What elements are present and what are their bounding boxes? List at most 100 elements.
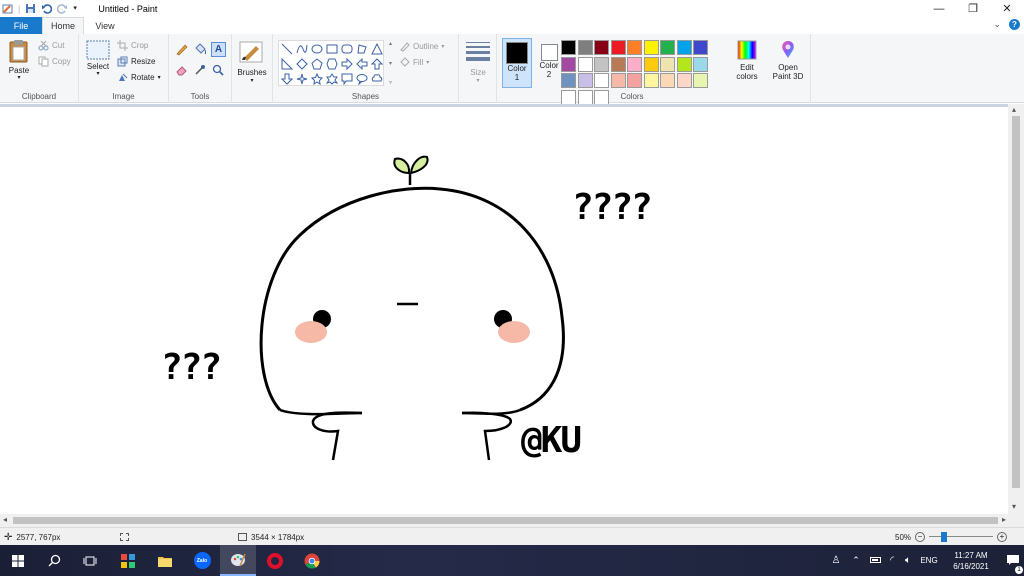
oval-shape-icon[interactable] (310, 42, 324, 56)
right-triangle-shape-icon[interactable] (280, 57, 294, 71)
select-button[interactable]: Select ▾ (86, 40, 110, 77)
palette-swatch[interactable] (594, 40, 609, 55)
start-button[interactable] (0, 545, 36, 576)
shapes-expand-icon[interactable]: ▿ (386, 79, 395, 86)
palette-swatch[interactable] (676, 56, 692, 72)
palette-swatch[interactable] (610, 56, 626, 72)
customize-quick-access-icon[interactable]: ▾ (73, 3, 84, 14)
five-point-star-shape-icon[interactable] (310, 72, 324, 86)
four-point-star-shape-icon[interactable] (295, 72, 309, 86)
rotate-dropdown-icon[interactable]: ▾ (158, 74, 161, 81)
rectangle-shape-icon[interactable] (325, 42, 339, 56)
drawing-canvas[interactable]: ??? ???? @KU (0, 107, 1008, 514)
right-arrow-shape-icon[interactable] (340, 57, 354, 71)
palette-swatch[interactable] (660, 73, 675, 88)
palette-swatch[interactable] (643, 73, 659, 88)
shapes-scroll-down-icon[interactable]: ▾ (386, 60, 395, 67)
pentagon-shape-icon[interactable] (310, 57, 324, 71)
rotate-button[interactable]: Rotate ▾ (117, 72, 161, 83)
palette-swatch[interactable] (627, 73, 642, 88)
palette-swatch[interactable] (577, 56, 593, 72)
diamond-shape-icon[interactable] (295, 57, 309, 71)
scroll-right-icon[interactable]: ▸ (1002, 515, 1006, 524)
palette-swatch[interactable] (577, 40, 593, 55)
notification-button[interactable]: 1 (1000, 554, 1024, 574)
line-shape-icon[interactable] (280, 42, 294, 56)
scroll-left-icon[interactable]: ◂ (3, 515, 7, 524)
battery-icon[interactable] (866, 556, 884, 565)
close-icon[interactable]: ✕ (990, 0, 1024, 17)
palette-swatch[interactable] (561, 73, 576, 88)
palette-swatch[interactable] (627, 40, 642, 55)
palette-swatch[interactable] (676, 73, 692, 88)
brushes-dropdown-icon[interactable]: ▾ (236, 77, 268, 84)
left-arrow-shape-icon[interactable] (355, 57, 369, 71)
help-icon[interactable]: ? (1009, 19, 1020, 30)
cut-button[interactable]: Cut (38, 40, 64, 51)
magnifier-icon[interactable] (211, 63, 228, 83)
palette-swatch[interactable] (610, 40, 626, 55)
palette-swatch[interactable] (693, 73, 708, 88)
show-hidden-icons[interactable]: ⌃ (846, 555, 866, 566)
size-group[interactable]: Size ▾ (459, 34, 497, 103)
restore-icon[interactable]: ❐ (956, 0, 990, 17)
minimize-icon[interactable]: — (922, 0, 956, 17)
taskbar-zalo[interactable]: Zalo (184, 545, 220, 576)
taskbar-paint[interactable] (220, 545, 256, 576)
collapse-ribbon-icon[interactable]: ⌄ (993, 19, 1001, 30)
taskbar-file-explorer[interactable] (147, 545, 183, 576)
paste-button[interactable]: Paste ▾ (8, 38, 30, 81)
polygon-shape-icon[interactable] (355, 42, 369, 56)
task-view-button[interactable] (72, 545, 108, 576)
text-tool-icon[interactable]: A (211, 42, 226, 57)
rounded-rectangle-shape-icon[interactable] (340, 42, 354, 56)
palette-swatch[interactable] (643, 56, 659, 72)
palette-swatch[interactable] (610, 73, 626, 88)
up-arrow-shape-icon[interactable] (370, 57, 384, 71)
palette-swatch[interactable] (693, 40, 708, 55)
vertical-scrollbar[interactable]: ▴ ▾ (1008, 104, 1024, 514)
palette-swatch[interactable] (594, 56, 609, 72)
color2-button[interactable]: Color 2 (534, 38, 564, 88)
palette-swatch[interactable] (561, 40, 576, 55)
wifi-icon[interactable]: ◜ (884, 555, 900, 566)
paste-dropdown-icon[interactable]: ▾ (17, 74, 20, 81)
copy-button[interactable]: Copy (38, 56, 71, 67)
zoom-out-icon[interactable]: − (915, 532, 926, 542)
fill-bucket-icon[interactable] (193, 42, 210, 62)
triangle-shape-icon[interactable] (370, 42, 384, 56)
curve-shape-icon[interactable] (295, 42, 309, 56)
save-icon[interactable] (25, 3, 36, 14)
vertical-scroll-thumb[interactable] (1012, 116, 1020, 488)
callout-cloud-shape-icon[interactable] (370, 72, 384, 86)
palette-swatch[interactable] (693, 56, 708, 72)
palette-swatch[interactable] (627, 56, 642, 72)
open-paint3d-button[interactable]: Open Paint 3D (767, 39, 809, 81)
palette-swatch[interactable] (660, 40, 675, 55)
undo-icon[interactable] (41, 3, 53, 14)
outline-button[interactable]: Outline ▾ (399, 41, 444, 52)
six-point-star-shape-icon[interactable] (325, 72, 339, 86)
clock[interactable]: 11:27 AM 6/16/2021 (942, 550, 1000, 572)
taskbar-opera[interactable] (257, 545, 293, 576)
zoom-in-icon[interactable]: + (997, 532, 1008, 542)
brushes-group[interactable]: Brushes ▾ (232, 34, 273, 103)
callout-oval-shape-icon[interactable] (355, 72, 369, 86)
select-dropdown-icon[interactable]: ▾ (96, 70, 99, 77)
input-language[interactable]: ENG (916, 556, 942, 565)
color1-button[interactable]: Color 1 (502, 38, 532, 88)
redo-icon[interactable] (57, 3, 68, 14)
scroll-up-icon[interactable]: ▴ (1012, 105, 1016, 114)
crop-button[interactable]: Crop (117, 40, 148, 51)
zoom-slider-thumb[interactable] (941, 532, 948, 542)
tab-home[interactable]: Home (42, 17, 84, 34)
palette-swatch[interactable] (676, 40, 692, 55)
palette-swatch[interactable] (594, 73, 609, 88)
horizontal-scrollbar[interactable]: ◂ ▸ (0, 514, 1024, 527)
palette-swatch[interactable] (561, 56, 576, 72)
volume-icon[interactable]: 🔈︎ (900, 555, 916, 566)
palette-swatch[interactable] (577, 73, 593, 88)
edit-colors-button[interactable]: Edit colors (730, 39, 764, 81)
horizontal-scroll-thumb[interactable] (13, 517, 998, 524)
resize-button[interactable]: Resize (117, 56, 155, 67)
